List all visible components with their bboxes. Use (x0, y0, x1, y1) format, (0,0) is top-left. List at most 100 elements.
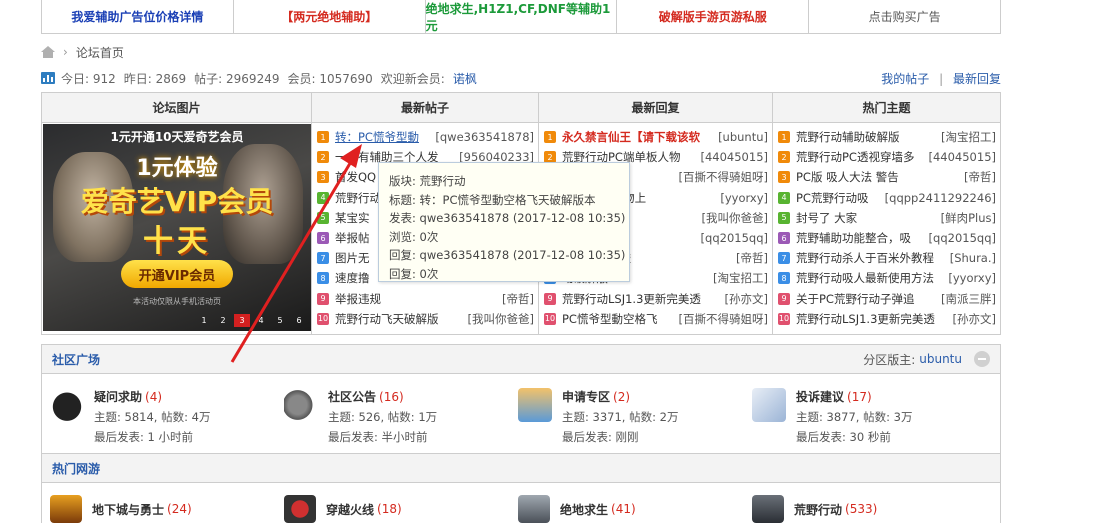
latest-post-author-link[interactable]: [我叫你爸爸] (468, 311, 534, 327)
dnf-game-icon[interactable] (50, 495, 82, 523)
ad-link-1[interactable]: 我爱辅助广告位价格详情 (42, 0, 234, 33)
home-icon[interactable] (41, 46, 55, 58)
open-vip-button[interactable]: 开通VIP会员 (121, 260, 233, 288)
knives-out-game-icon[interactable] (752, 495, 784, 523)
game-today-count: (18) (377, 502, 402, 516)
hot-topic-title-link[interactable]: 封号了 大家 (796, 210, 937, 226)
banner-page-1[interactable]: 1 (196, 314, 212, 327)
game-name-link[interactable]: 绝地求生 (560, 501, 608, 518)
hot-topic-title-link[interactable]: PC版 吸人大法 警告 (796, 169, 960, 185)
hot-topic-author-link[interactable]: [鲜肉Plus] (941, 210, 996, 226)
latest-reply-author-link[interactable]: [帝哲] (736, 250, 768, 266)
rank-badge: 9 (544, 292, 556, 305)
apply-forum-icon[interactable] (518, 388, 552, 422)
pubg-game-icon[interactable] (518, 495, 550, 523)
hot-topic-title-link[interactable]: 荒野行动PC透视穿墙多 (796, 149, 924, 165)
latest-reply-row[interactable]: 9 荒野行动LSJ1.3更新完美透 [孙亦文] (544, 289, 768, 309)
hot-topic-row[interactable]: 6 荒野辅助功能整合，吸 [qq2015qq] (778, 228, 996, 248)
latest-reply-author-link[interactable]: [44045015] (700, 150, 768, 164)
hot-topic-author-link[interactable]: [孙亦文] (953, 311, 996, 327)
hot-topic-row[interactable]: 10 荒野行动LSJ1.3更新完美透 [孙亦文] (778, 309, 996, 329)
banner-page-3[interactable]: 3 (234, 314, 250, 327)
community-title[interactable]: 社区广场 (52, 351, 100, 368)
hot-topic-row[interactable]: 1 荒野行动辅助破解版 [淘宝招工] (778, 127, 996, 147)
latest-post-author-link[interactable]: [qwe363541878] (435, 130, 534, 144)
ad-link-2[interactable]: 【两元绝地辅助】 (234, 0, 426, 33)
hot-topic-row[interactable]: 2 荒野行动PC透视穿墙多 [44045015] (778, 147, 996, 167)
hot-topic-title-link[interactable]: 关于PC荒野行动子弹追 (796, 291, 937, 307)
hot-topic-title-link[interactable]: 荒野行动LSJ1.3更新完美透 (796, 311, 949, 327)
hot-topic-row[interactable]: 9 关于PC荒野行动子弹追 [南派三胖] (778, 289, 996, 309)
games-title[interactable]: 热门网游 (52, 460, 100, 477)
hot-topic-row[interactable]: 4 PC荒野行动吸 [qqpp2411292246] (778, 188, 996, 208)
banner-page-4[interactable]: 4 (253, 314, 269, 327)
latest-reply-author-link[interactable]: [百撕不得骑姐呀] (679, 311, 768, 327)
game-name-link[interactable]: 穿越火线 (326, 501, 374, 518)
forum-name-link[interactable]: 投诉建议 (796, 390, 844, 404)
banner-page-6[interactable]: 6 (291, 314, 307, 327)
game-name-link[interactable]: 地下城与勇士 (92, 501, 164, 518)
hot-topic-row[interactable]: 7 荒野行动杀人于百米外教程 [Shura.] (778, 248, 996, 268)
hot-topic-title-link[interactable]: 荒野行动辅助破解版 (796, 129, 937, 145)
latest-reply-author-link[interactable]: [qq2015qq] (701, 231, 768, 245)
buy-ad-link[interactable]: 点击购买广告 (809, 0, 1000, 33)
latest-reply-title-link[interactable]: PC慌爷型動空格飞 (562, 311, 675, 327)
hot-topic-row[interactable]: 5 封号了 大家 [鲜肉Plus] (778, 208, 996, 228)
hot-topic-author-link[interactable]: [44045015] (928, 150, 996, 164)
breadcrumb-current[interactable]: 论坛首页 (76, 44, 124, 61)
hot-topic-author-link[interactable]: [qq2015qq] (929, 231, 996, 245)
latest-post-row[interactable]: 10 荒野行动飞天破解版 [我叫你爸爸] (317, 309, 534, 329)
latest-reply-row[interactable]: 1 永久禁言仙王【请下载该软 [ubuntu] (544, 127, 768, 147)
game-forum-item[interactable]: 地下城与勇士 (24) (50, 495, 284, 523)
banner-page-2[interactable]: 2 (215, 314, 231, 327)
game-forum-item[interactable]: 穿越火线 (18) (284, 495, 518, 523)
complaint-forum-icon[interactable] (752, 388, 786, 422)
forum-name-link[interactable]: 申请专区 (562, 390, 610, 404)
ad-link-4[interactable]: 破解版手游页游私服 (617, 0, 810, 33)
hot-topic-author-link[interactable]: [南派三胖] (941, 291, 996, 307)
latest-reply-author-link[interactable]: [百撕不得骑姐呀] (679, 169, 768, 185)
moderator-link[interactable]: ubuntu (919, 352, 962, 366)
banner-page-5[interactable]: 5 (272, 314, 288, 327)
help-forum-icon[interactable] (50, 388, 84, 422)
hot-topic-author-link[interactable]: [qqpp2411292246] (885, 191, 996, 205)
latest-post-row[interactable]: 9 举报违规 [帝哲] (317, 289, 534, 309)
hot-topic-row[interactable]: 8 荒野行动吸人最新使用方法 [yyorxy] (778, 268, 996, 288)
hot-topic-author-link[interactable]: [Shura.] (950, 251, 996, 265)
forum-name-link[interactable]: 社区公告 (328, 390, 376, 404)
promo-banner[interactable]: 1元开通10天爱奇艺会员 1元体验 爱奇艺VIP会员 十天 开通VIP会员 本活… (43, 124, 311, 331)
forum-name-link[interactable]: 疑问求助 (94, 390, 142, 404)
latest-reply-link[interactable]: 最新回复 (953, 72, 1001, 86)
hot-topic-author-link[interactable]: [帝哲] (964, 169, 996, 185)
header-latest-replies: 最新回复 (539, 93, 773, 122)
latest-post-title-link[interactable]: 举报违规 (335, 291, 498, 307)
hot-topic-title-link[interactable]: PC荒野行动吸 (796, 190, 881, 206)
hot-topic-author-link[interactable]: [yyorxy] (948, 271, 996, 285)
announcement-forum-icon[interactable] (284, 388, 318, 422)
latest-post-title-link[interactable]: 荒野行动飞天破解版 (335, 311, 464, 327)
crossfire-game-icon[interactable] (284, 495, 316, 523)
latest-reply-title-link[interactable]: 荒野行动LSJ1.3更新完美透 (562, 291, 721, 307)
game-forum-item[interactable]: 荒野行动 (533) (752, 495, 986, 523)
latest-post-title-link[interactable]: 转：PC慌爷型動 (335, 129, 431, 145)
hot-topic-author-link[interactable]: [淘宝招工] (941, 129, 996, 145)
hot-topic-title-link[interactable]: 荒野辅助功能整合，吸 (796, 230, 925, 246)
latest-post-author-link[interactable]: [帝哲] (502, 291, 534, 307)
latest-reply-author-link[interactable]: [孙亦文] (725, 291, 768, 307)
my-posts-link[interactable]: 我的帖子 (881, 72, 929, 86)
latest-reply-author-link[interactable]: [ubuntu] (718, 130, 768, 144)
collapse-icon[interactable] (974, 351, 990, 367)
game-name-link[interactable]: 荒野行动 (794, 501, 842, 518)
latest-reply-author-link[interactable]: [yyorxy] (720, 191, 768, 205)
hot-topic-row[interactable]: 3 PC版 吸人大法 警告 [帝哲] (778, 167, 996, 187)
latest-post-row[interactable]: 1 转：PC慌爷型動 [qwe363541878] (317, 127, 534, 147)
latest-reply-author-link[interactable]: [淘宝招工] (713, 270, 768, 286)
latest-reply-row[interactable]: 10 PC慌爷型動空格飞 [百撕不得骑姐呀] (544, 309, 768, 329)
latest-reply-title-link[interactable]: 永久禁言仙王【请下载该软 (562, 129, 714, 145)
new-member-link[interactable]: 诺枫 (453, 70, 477, 87)
latest-reply-author-link[interactable]: [我叫你爸爸] (702, 210, 768, 226)
hot-topic-title-link[interactable]: 荒野行动杀人于百米外教程 (796, 250, 946, 266)
game-forum-item[interactable]: 绝地求生 (41) (518, 495, 752, 523)
ad-link-3[interactable]: 绝地求生,H1Z1,CF,DNF等辅助1元 (426, 0, 618, 33)
hot-topic-title-link[interactable]: 荒野行动吸人最新使用方法 (796, 270, 944, 286)
